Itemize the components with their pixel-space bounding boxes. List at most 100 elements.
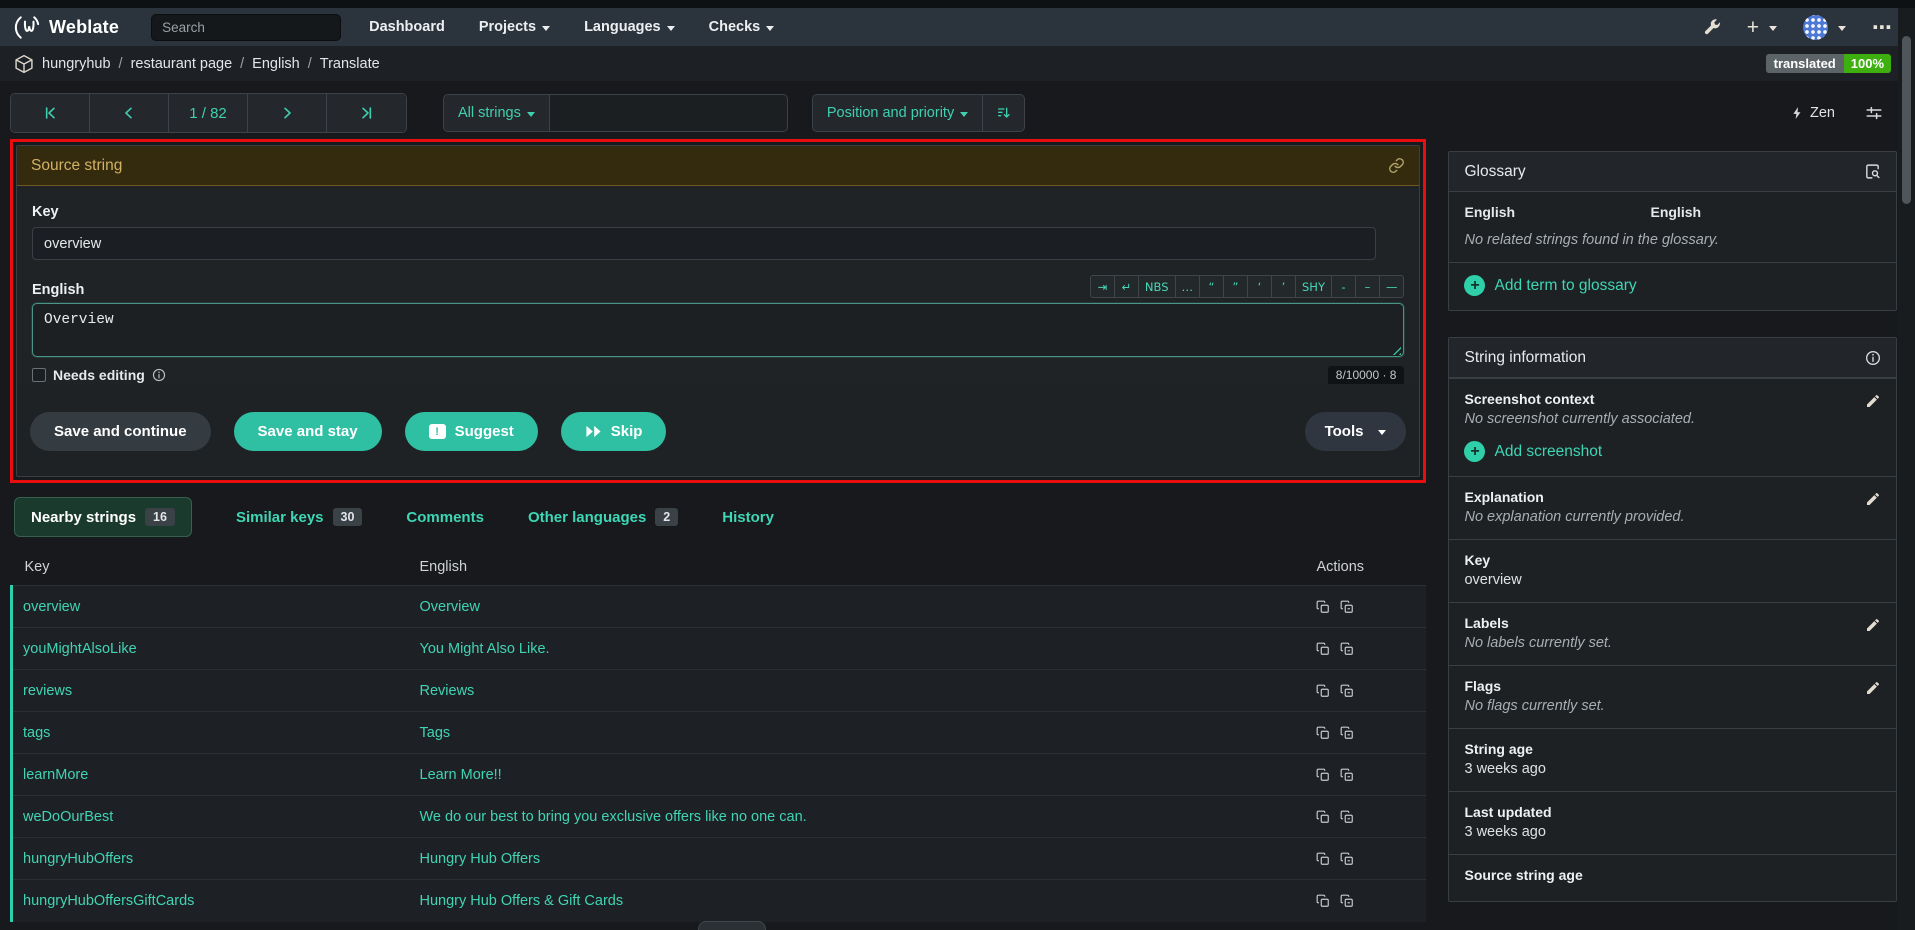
add-screenshot-link[interactable]: + Add screenshot <box>1464 441 1881 462</box>
edit-pencil-icon[interactable] <box>1865 393 1881 427</box>
zen-mode-button[interactable]: Zen <box>1791 105 1835 121</box>
strings-filter-dropdown[interactable]: All strings <box>443 94 550 132</box>
insert-shy-button[interactable]: SHY <box>1295 275 1331 298</box>
edit-pencil-icon[interactable] <box>1865 491 1881 525</box>
copy-icon[interactable] <box>1316 810 1330 824</box>
info-icon[interactable] <box>152 368 166 382</box>
string-key-link[interactable]: tags <box>23 725 50 741</box>
last-page-button[interactable] <box>327 94 406 132</box>
string-text-link[interactable]: We do our best to bring you exclusive of… <box>420 809 807 825</box>
copy-icon[interactable] <box>1316 894 1330 908</box>
string-text-link[interactable]: Overview <box>420 599 480 615</box>
next-page-button[interactable] <box>248 94 327 132</box>
save-and-continue-button[interactable]: Save and continue <box>30 412 211 451</box>
insert-open-double-quote-button[interactable]: “ <box>1199 275 1223 298</box>
add-term-to-glossary-link[interactable]: + Add term to glossary <box>1464 275 1881 296</box>
clone-to-translation-icon[interactable] <box>1340 894 1354 908</box>
clone-to-translation-icon[interactable] <box>1340 600 1354 614</box>
source-text-editor[interactable]: Overview <box>32 303 1404 357</box>
insert-em-dash-button[interactable]: — <box>1379 275 1405 298</box>
permalink-icon[interactable] <box>1388 157 1405 174</box>
nav-dashboard[interactable]: Dashboard <box>369 19 445 35</box>
insert-hyphen-button[interactable]: - <box>1331 275 1355 298</box>
skip-button[interactable]: Skip <box>561 412 667 451</box>
insert-close-single-quote-button[interactable]: ’ <box>1271 275 1295 298</box>
tab-similar-keys[interactable]: Similar keys30 <box>236 508 362 526</box>
info-icon[interactable] <box>1865 350 1881 366</box>
tools-dropdown-button[interactable]: Tools <box>1305 412 1407 451</box>
string-text-link[interactable]: Hungry Hub Offers & Gift Cards <box>420 893 624 909</box>
string-text-link[interactable]: Tags <box>420 725 451 741</box>
clone-to-translation-icon[interactable] <box>1340 810 1354 824</box>
breadcrumb-page[interactable]: Translate <box>320 56 380 72</box>
glossary-title: Glossary <box>1464 163 1525 181</box>
insert-tab-button[interactable]: ⇥ <box>1090 275 1114 298</box>
key-input[interactable] <box>32 227 1376 260</box>
clone-to-translation-icon[interactable] <box>1340 642 1354 656</box>
page-scrollbar[interactable] <box>1898 8 1915 930</box>
insert-ellipsis-button[interactable]: … <box>1175 275 1200 298</box>
save-and-stay-button[interactable]: Save and stay <box>234 412 382 451</box>
nav-projects[interactable]: Projects <box>479 19 550 35</box>
tab-nearby-strings[interactable]: Nearby strings16 <box>14 497 192 537</box>
table-row: overview Overview <box>12 586 1427 628</box>
needs-editing-checkbox[interactable] <box>32 368 46 382</box>
suggest-button[interactable]: ! Suggest <box>405 412 538 451</box>
edit-pencil-icon[interactable] <box>1865 617 1881 651</box>
create-new-button[interactable]: + <box>1747 17 1777 38</box>
copy-icon[interactable] <box>1316 642 1330 656</box>
insert-newline-button[interactable]: ↵ <box>1114 275 1138 298</box>
clone-to-translation-icon[interactable] <box>1340 852 1354 866</box>
clone-to-translation-icon[interactable] <box>1340 768 1354 782</box>
tab-history[interactable]: History <box>722 509 774 526</box>
string-key-link[interactable]: youMightAlsoLike <box>23 641 137 657</box>
insert-close-double-quote-button[interactable]: ” <box>1223 275 1247 298</box>
nav-languages[interactable]: Languages <box>584 19 675 35</box>
global-search-input[interactable] <box>151 14 341 41</box>
browse-glossary-icon[interactable] <box>1864 163 1881 180</box>
string-key-link[interactable]: hungryHubOffers <box>23 851 133 867</box>
string-text-link[interactable]: Reviews <box>420 683 475 699</box>
breadcrumb-component[interactable]: restaurant page <box>131 56 233 72</box>
string-key-link[interactable]: overview <box>23 599 80 615</box>
string-key-link[interactable]: reviews <box>23 683 72 699</box>
string-key-link[interactable]: weDoOurBest <box>23 809 113 825</box>
string-text-link[interactable]: You Might Also Like. <box>420 641 550 657</box>
copy-icon[interactable] <box>1316 768 1330 782</box>
settings-sliders-icon[interactable] <box>1865 104 1883 122</box>
first-page-button[interactable] <box>11 94 90 132</box>
string-text-link[interactable]: Hungry Hub Offers <box>420 851 541 867</box>
string-key-link[interactable]: learnMore <box>23 767 88 783</box>
sort-order-dropdown[interactable]: Position and priority <box>812 94 983 132</box>
copy-icon[interactable] <box>1316 600 1330 614</box>
insert-nbsp-button[interactable]: NBS <box>1138 275 1175 298</box>
copy-icon[interactable] <box>1316 852 1330 866</box>
caret-down-icon <box>1838 26 1846 31</box>
weblate-logo-home[interactable]: Weblate <box>14 14 119 41</box>
tab-comments[interactable]: Comments <box>406 509 484 526</box>
strings-search-input[interactable] <box>550 94 788 132</box>
copy-icon[interactable] <box>1316 684 1330 698</box>
string-text-link[interactable]: Learn More!! <box>420 767 502 783</box>
previous-page-button[interactable] <box>90 94 169 132</box>
breadcrumb-language[interactable]: English <box>252 56 300 72</box>
tab-other-languages[interactable]: Other languages2 <box>528 508 678 526</box>
insert-open-single-quote-button[interactable]: ‘ <box>1247 275 1271 298</box>
edit-pencil-icon[interactable] <box>1865 680 1881 714</box>
user-avatar-menu[interactable] <box>1803 15 1846 40</box>
scrollbar-thumb[interactable] <box>1902 36 1911 204</box>
admin-wrench-icon[interactable] <box>1702 18 1721 37</box>
key-section: Key overview <box>1449 539 1896 602</box>
string-key-link[interactable]: hungryHubOffersGiftCards <box>23 893 194 909</box>
lightning-icon <box>1791 105 1804 121</box>
more-menu-icon[interactable]: ⋯ <box>1872 15 1893 40</box>
clone-to-translation-icon[interactable] <box>1340 726 1354 740</box>
sort-direction-button[interactable] <box>983 94 1025 132</box>
column-header-english: English <box>410 551 1307 586</box>
clone-to-translation-icon[interactable] <box>1340 684 1354 698</box>
insert-en-dash-button[interactable]: – <box>1355 275 1379 298</box>
page-position[interactable]: 1 / 82 <box>169 94 248 132</box>
copy-icon[interactable] <box>1316 726 1330 740</box>
breadcrumb-project[interactable]: hungryhub <box>42 56 111 72</box>
nav-checks[interactable]: Checks <box>709 19 775 35</box>
